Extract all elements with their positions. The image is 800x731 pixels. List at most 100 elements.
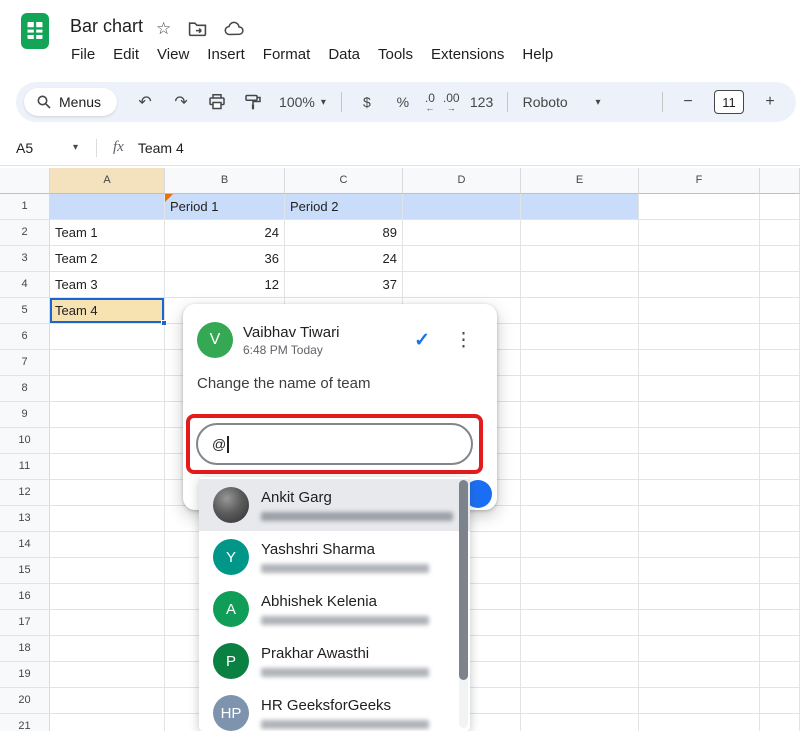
cell-F17[interactable] xyxy=(639,610,760,636)
cell-A6[interactable] xyxy=(50,324,165,350)
cell-E18[interactable] xyxy=(521,636,639,662)
row-header-10[interactable]: 10 xyxy=(0,428,50,454)
paint-format-icon[interactable] xyxy=(240,88,266,116)
cell-C4[interactable]: 37 xyxy=(285,272,403,298)
print-icon[interactable] xyxy=(204,88,230,116)
row-header-1[interactable]: 1 xyxy=(0,194,50,220)
cell-B4[interactable]: 12 xyxy=(165,272,285,298)
cell-A20[interactable] xyxy=(50,688,165,714)
cell-A7[interactable] xyxy=(50,350,165,376)
cell-F13[interactable] xyxy=(639,506,760,532)
comment-overflow-menu-icon[interactable]: ⋮ xyxy=(454,329,473,352)
cell-A14[interactable] xyxy=(50,532,165,558)
menu-insert[interactable]: Insert xyxy=(198,43,254,66)
cell-F7[interactable] xyxy=(639,350,760,376)
row-header-16[interactable]: 16 xyxy=(0,584,50,610)
row-header-7[interactable]: 7 xyxy=(0,350,50,376)
cell-E9[interactable] xyxy=(521,402,639,428)
decrease-decimal-button[interactable]: .0 ← xyxy=(425,87,435,117)
cell-F11[interactable] xyxy=(639,454,760,480)
cloud-status-icon[interactable] xyxy=(224,20,245,37)
cell-F16[interactable] xyxy=(639,584,760,610)
row-header-8[interactable]: 8 xyxy=(0,376,50,402)
column-header-F[interactable]: F xyxy=(639,168,760,194)
cell-A18[interactable] xyxy=(50,636,165,662)
cell-A4[interactable]: Team 3 xyxy=(50,272,165,298)
menu-help[interactable]: Help xyxy=(513,43,562,66)
mention-item[interactable]: Ankit Garg xyxy=(199,479,470,531)
cell-E8[interactable] xyxy=(521,376,639,402)
cell-E1[interactable] xyxy=(521,194,639,220)
cell-E11[interactable] xyxy=(521,454,639,480)
sheets-logo-icon[interactable] xyxy=(20,11,50,51)
column-header-D[interactable]: D xyxy=(403,168,521,194)
row-header-3[interactable]: 3 xyxy=(0,246,50,272)
cell-A9[interactable] xyxy=(50,402,165,428)
mention-item[interactable]: Y Yashshri Sharma xyxy=(199,531,470,583)
percent-format-button[interactable]: % xyxy=(390,88,416,116)
cell-F1[interactable] xyxy=(639,194,760,220)
cell-A1[interactable] xyxy=(50,194,165,220)
row-header-12[interactable]: 12 xyxy=(0,480,50,506)
cell-E14[interactable] xyxy=(521,532,639,558)
redo-button[interactable]: ↷ xyxy=(168,88,194,116)
undo-button[interactable]: ↶ xyxy=(132,88,158,116)
cell-A13[interactable] xyxy=(50,506,165,532)
cell-E17[interactable] xyxy=(521,610,639,636)
cell-E16[interactable] xyxy=(521,584,639,610)
document-title[interactable]: Bar chart xyxy=(70,16,143,37)
formula-input[interactable]: Team 4 xyxy=(138,140,184,156)
cell-E15[interactable] xyxy=(521,558,639,584)
cell-A12[interactable] xyxy=(50,480,165,506)
cell-F18[interactable] xyxy=(639,636,760,662)
menu-view[interactable]: View xyxy=(148,43,198,66)
mention-scrollbar[interactable] xyxy=(459,480,468,728)
cell-B2[interactable]: 24 xyxy=(165,220,285,246)
cell-F15[interactable] xyxy=(639,558,760,584)
comment-reply-input[interactable]: @ xyxy=(196,423,473,465)
cell-A8[interactable] xyxy=(50,376,165,402)
cell-A17[interactable] xyxy=(50,610,165,636)
number-format-button[interactable]: 123 xyxy=(469,88,495,116)
select-all-button[interactable] xyxy=(0,168,50,194)
column-header-B[interactable]: B xyxy=(165,168,285,194)
column-header-E[interactable]: E xyxy=(521,168,639,194)
cell-F10[interactable] xyxy=(639,428,760,454)
move-folder-icon[interactable] xyxy=(188,19,207,38)
cell-C3[interactable]: 24 xyxy=(285,246,403,272)
star-icon[interactable]: ☆ xyxy=(156,19,171,38)
font-family-select[interactable]: Roboto ▾ xyxy=(523,94,601,110)
cell-A16[interactable] xyxy=(50,584,165,610)
cell-A3[interactable]: Team 2 xyxy=(50,246,165,272)
menu-file[interactable]: File xyxy=(62,43,104,66)
mention-item[interactable]: HP HR GeeksforGeeks xyxy=(199,687,470,731)
menu-extensions[interactable]: Extensions xyxy=(422,43,513,66)
row-header-4[interactable]: 4 xyxy=(0,272,50,298)
cell-F2[interactable] xyxy=(639,220,760,246)
row-header-2[interactable]: 2 xyxy=(0,220,50,246)
cell-E20[interactable] xyxy=(521,688,639,714)
cell-E4[interactable] xyxy=(521,272,639,298)
cell-F20[interactable] xyxy=(639,688,760,714)
row-header-18[interactable]: 18 xyxy=(0,636,50,662)
cell-E21[interactable] xyxy=(521,714,639,731)
cell-D3[interactable] xyxy=(403,246,521,272)
menu-data[interactable]: Data xyxy=(319,43,369,66)
row-header-9[interactable]: 9 xyxy=(0,402,50,428)
cell-A5[interactable]: Team 4 xyxy=(50,298,167,326)
increase-font-size-button[interactable]: + xyxy=(757,88,783,116)
cell-E5[interactable] xyxy=(521,298,639,324)
increase-decimal-button[interactable]: .00 → xyxy=(443,87,460,117)
cell-A10[interactable] xyxy=(50,428,165,454)
column-header-A[interactable]: A xyxy=(50,168,165,194)
cell-E10[interactable] xyxy=(521,428,639,454)
name-box[interactable]: A5 ▾ xyxy=(0,140,78,156)
cell-B3[interactable]: 36 xyxy=(165,246,285,272)
menu-edit[interactable]: Edit xyxy=(104,43,148,66)
resolve-comment-button[interactable]: ✓ xyxy=(414,329,430,352)
cell-E12[interactable] xyxy=(521,480,639,506)
cell-F3[interactable] xyxy=(639,246,760,272)
cell-D2[interactable] xyxy=(403,220,521,246)
row-header-5[interactable]: 5 xyxy=(0,298,50,324)
cell-F14[interactable] xyxy=(639,532,760,558)
